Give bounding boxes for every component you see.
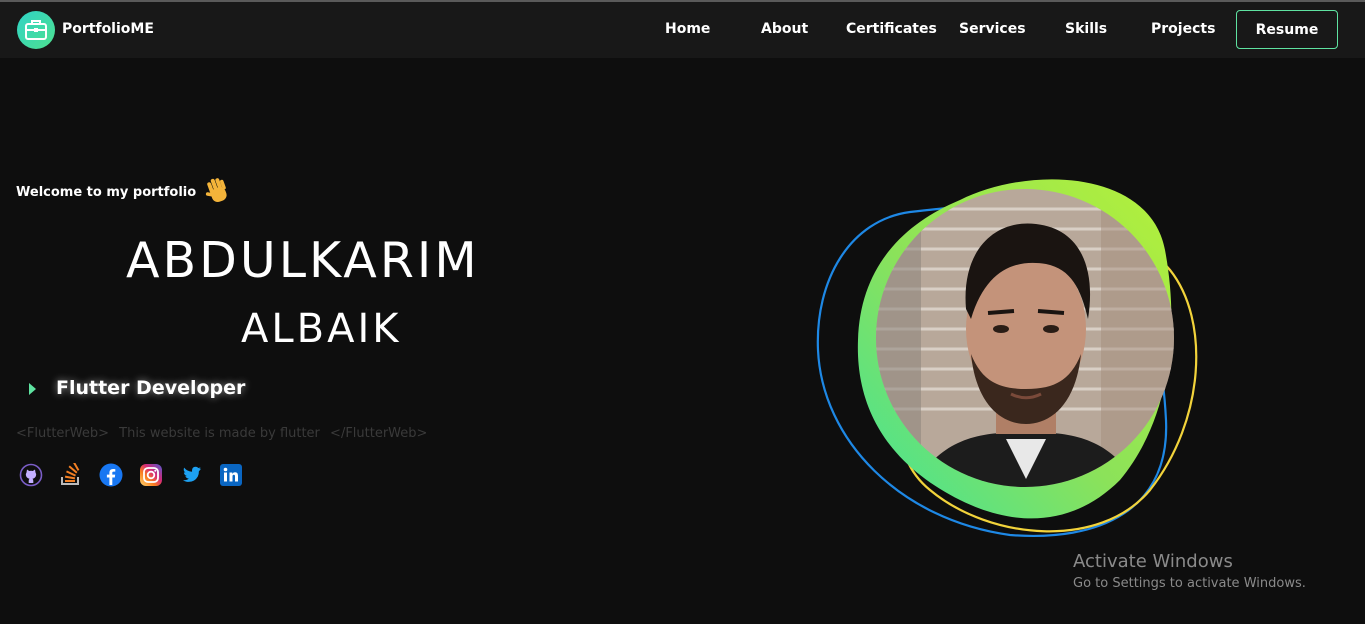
profile-photo: [876, 189, 1174, 487]
windows-activation-watermark: Activate Windows Go to Settings to activ…: [1073, 551, 1306, 591]
logo-text[interactable]: PortfolioME: [62, 21, 154, 37]
first-name: ABDULKARIM: [126, 232, 480, 289]
tagline-close-tag: </FlutterWeb>: [330, 426, 428, 441]
logo-icon[interactable]: [16, 10, 56, 50]
navbar: PortfolioME Home About Certificates Serv…: [0, 2, 1365, 58]
last-name: ALBAIK: [241, 306, 402, 352]
nav-services[interactable]: Services: [959, 21, 1026, 37]
tagline-text: This website is made by flutter: [119, 426, 320, 441]
nav-home[interactable]: Home: [665, 21, 710, 37]
linkedin-icon[interactable]: [219, 463, 243, 487]
watermark-subtitle: Go to Settings to activate Windows.: [1073, 576, 1306, 591]
play-arrow-icon: [29, 383, 36, 395]
nav-projects[interactable]: Projects: [1151, 21, 1215, 37]
twitter-icon[interactable]: [179, 463, 203, 487]
nav-skills[interactable]: Skills: [1065, 21, 1107, 37]
stackoverflow-icon[interactable]: [59, 461, 83, 487]
nav-about[interactable]: About: [761, 21, 808, 37]
watermark-title: Activate Windows: [1073, 551, 1233, 572]
facebook-icon[interactable]: [99, 463, 123, 487]
tagline-open-tag: <FlutterWeb>: [16, 426, 109, 441]
resume-button[interactable]: Resume: [1236, 10, 1338, 49]
role-text: Flutter Developer: [56, 377, 246, 399]
github-icon[interactable]: [19, 463, 43, 487]
tagline: <FlutterWeb> This website is made by flu…: [16, 426, 433, 441]
welcome-text: Welcome to my portfolio: [16, 185, 197, 200]
nav-certificates[interactable]: Certificates: [846, 21, 937, 37]
instagram-icon[interactable]: [139, 463, 163, 487]
waving-hand-icon: [202, 176, 232, 210]
